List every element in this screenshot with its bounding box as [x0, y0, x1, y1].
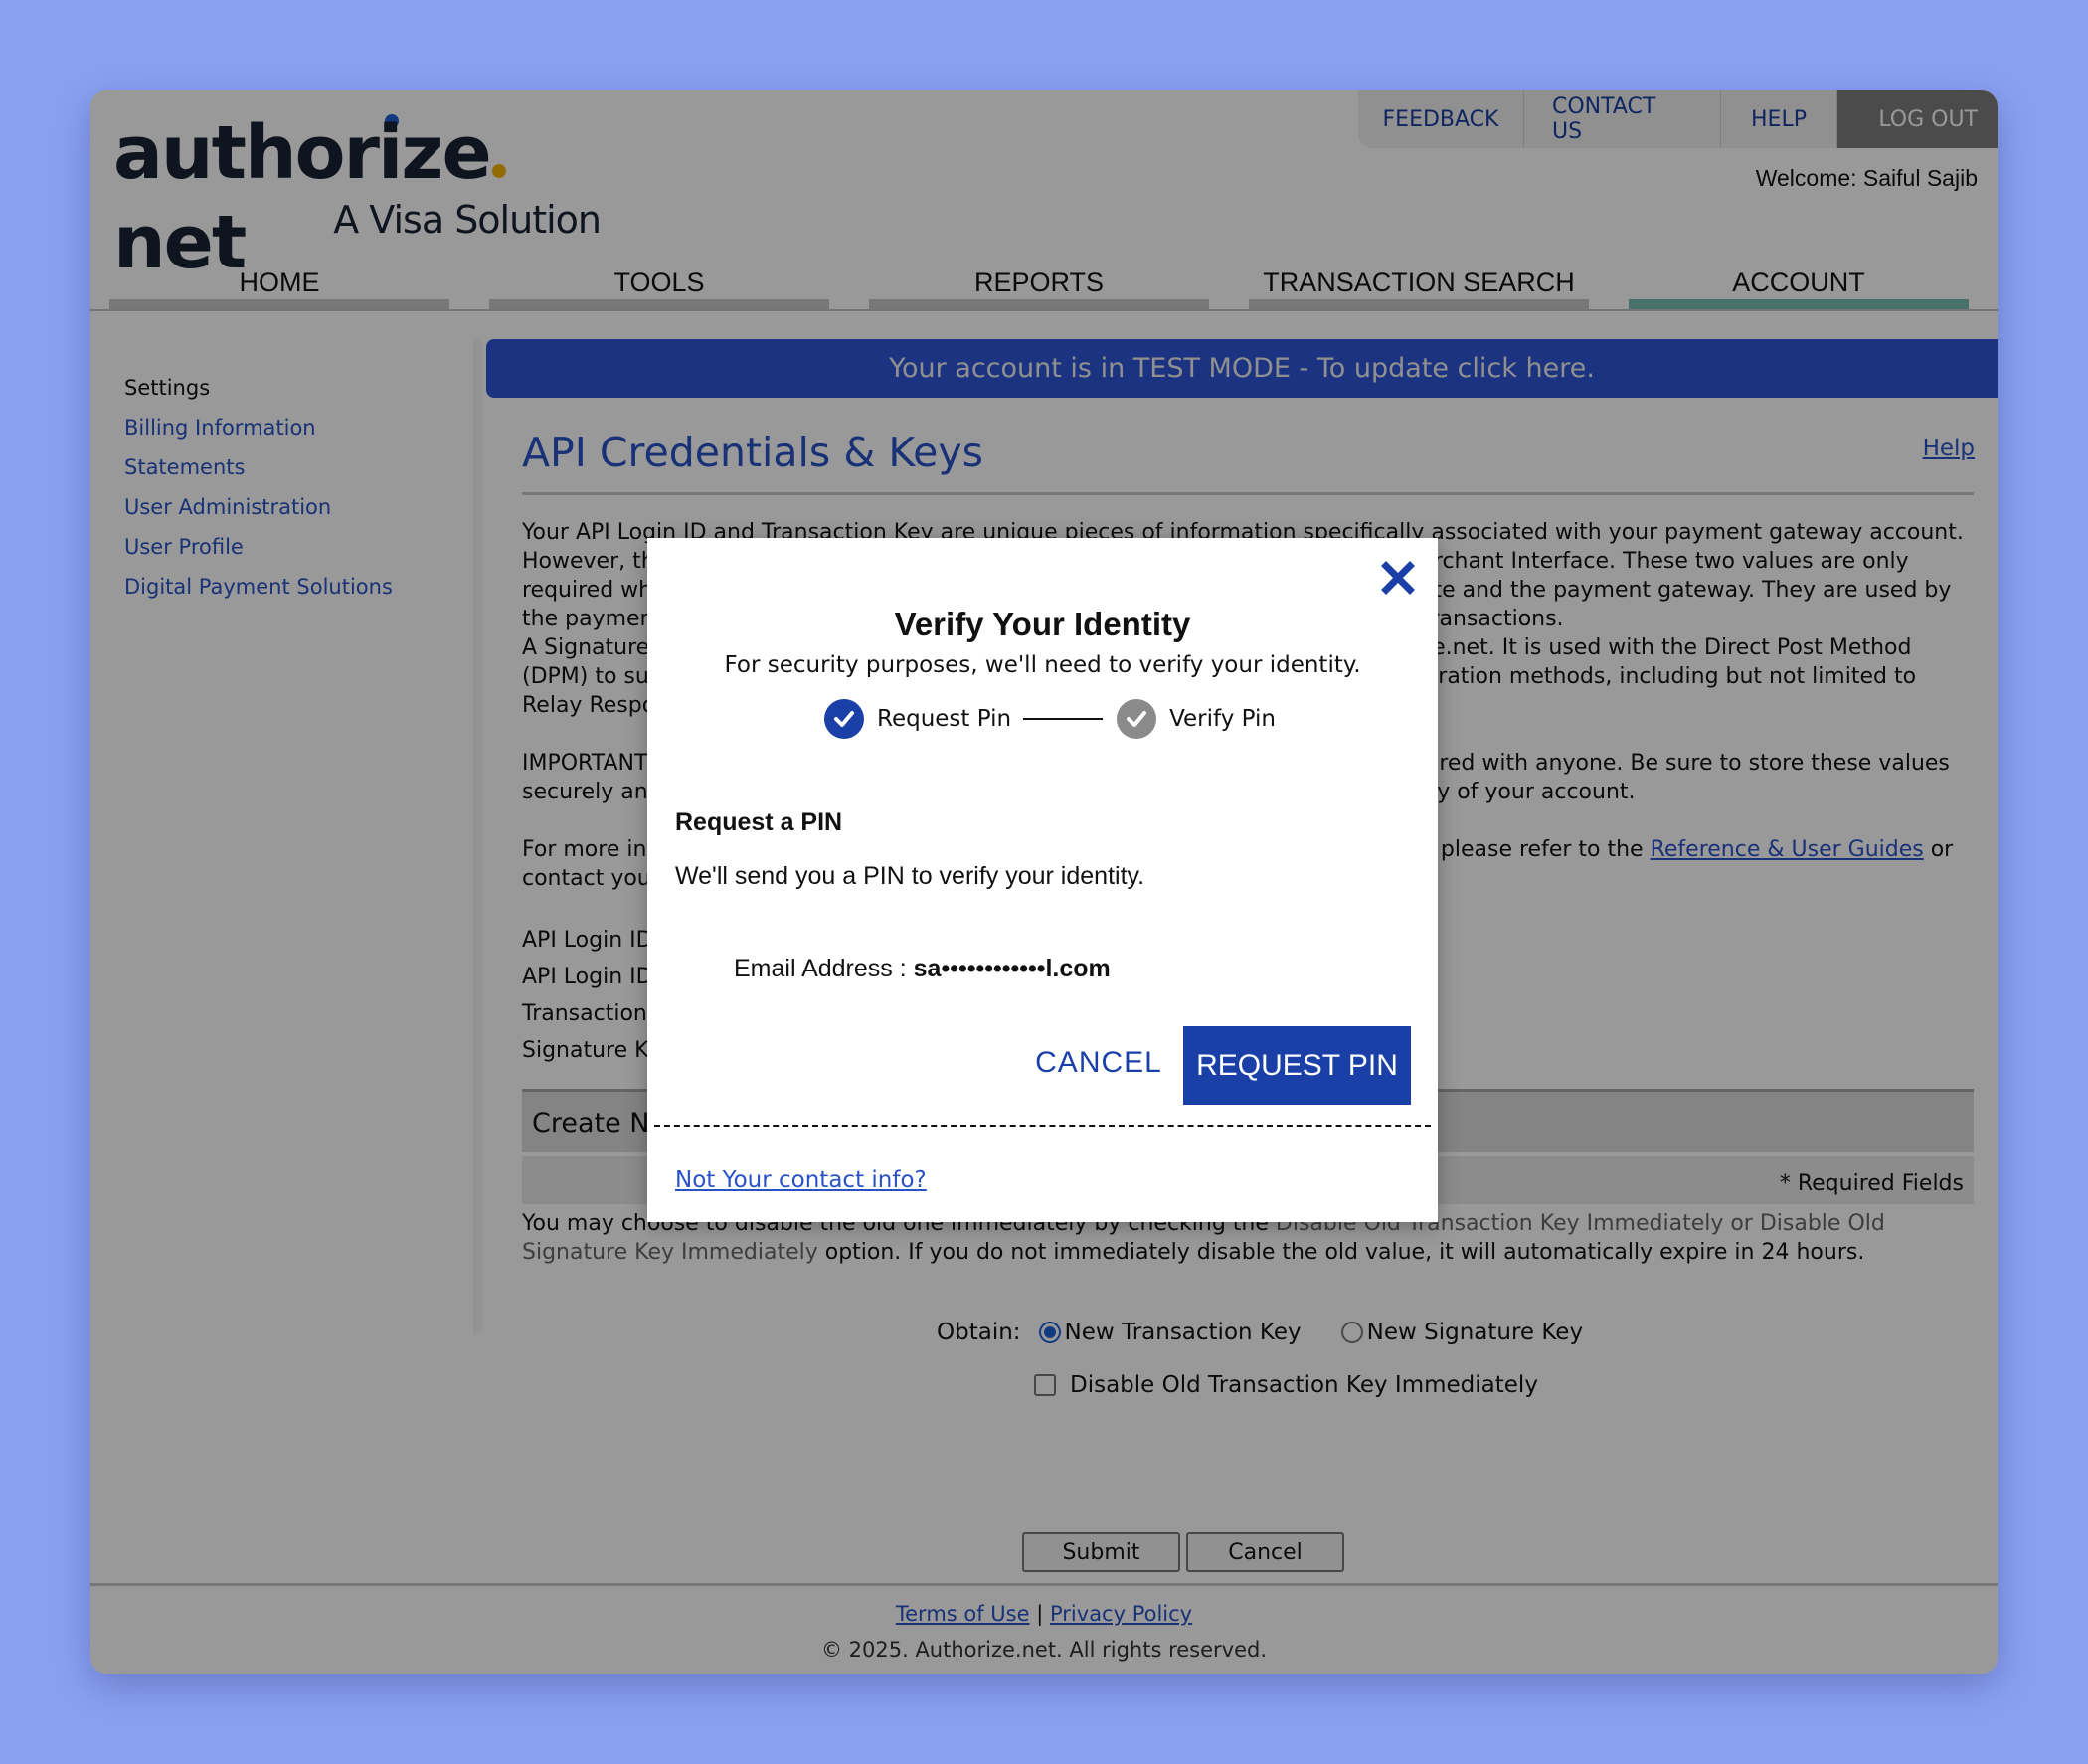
request-pin-description: We'll send you a PIN to verify your iden… — [675, 862, 1145, 890]
step-request-pin-check-icon — [824, 699, 864, 739]
close-icon[interactable] — [1380, 560, 1416, 596]
step-verify-pin-check-icon — [1117, 699, 1157, 739]
request-pin-button[interactable]: REQUEST PIN — [1183, 1026, 1411, 1105]
modal-cancel-button[interactable]: CANCEL — [1030, 1024, 1167, 1102]
step-connector — [1023, 718, 1104, 720]
step-request-pin-label: Request Pin — [877, 706, 1012, 732]
request-pin-heading: Request a PIN — [675, 808, 843, 836]
email-address-row: Email Address : sa••••••••••••l.com — [734, 955, 1111, 983]
not-your-contact-info-link[interactable]: Not Your contact info? — [675, 1167, 927, 1193]
step-verify-pin-label: Verify Pin — [1169, 706, 1276, 732]
modal-dashed-divider — [654, 1125, 1431, 1127]
email-label: Email Address : — [734, 955, 914, 982]
verify-identity-modal: Verify Your Identity For security purpos… — [647, 538, 1438, 1222]
email-value: sa••••••••••••l.com — [913, 955, 1111, 982]
progress-steps: Request Pin Verify Pin — [824, 699, 1276, 739]
modal-subtitle: For security purposes, we'll need to ver… — [724, 652, 1361, 678]
modal-title: Verify Your Identity — [894, 606, 1191, 642]
